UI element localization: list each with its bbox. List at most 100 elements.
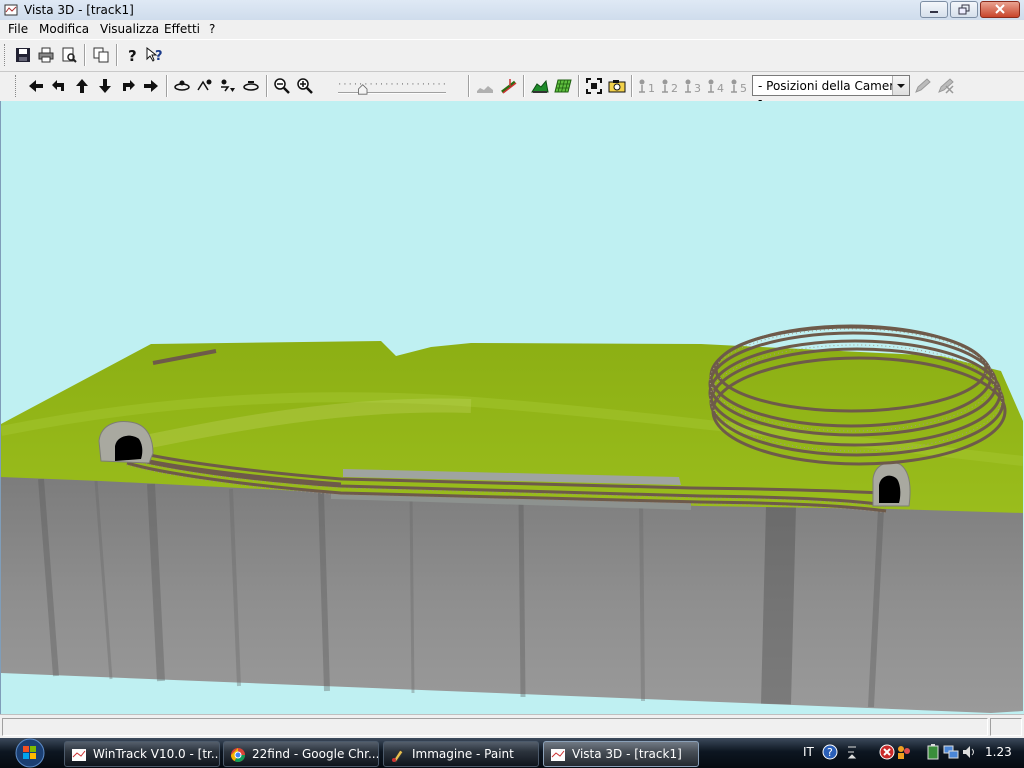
move-left-button[interactable]: [25, 75, 47, 97]
camera-icon: [608, 80, 626, 93]
print-button[interactable]: [35, 44, 57, 66]
camera-position-3-button[interactable]: 3: [682, 75, 704, 97]
fit-view-button[interactable]: [583, 75, 605, 97]
svg-text:?: ?: [155, 49, 163, 63]
camera-positions-select[interactable]: - Posizioni della Camera -: [752, 75, 910, 107]
close-button[interactable]: [980, 1, 1020, 18]
task-label: 22find - Google Chr...: [252, 747, 379, 761]
zoom-out-button[interactable]: [271, 75, 293, 97]
camera-position-2-button[interactable]: 2: [659, 75, 681, 97]
taskbar-task-paint[interactable]: Immagine - Paint: [383, 741, 539, 767]
camera-reset-icon: [243, 81, 259, 91]
menu-visualizza[interactable]: Visualizza: [100, 22, 159, 36]
clock[interactable]: 1.23: [985, 745, 1012, 759]
3d-viewport[interactable]: [0, 101, 1024, 714]
network-icon[interactable]: [943, 744, 959, 760]
camera-position-icon: 1: [639, 79, 655, 94]
context-help-button[interactable]: ?: [144, 44, 166, 66]
zoom-slider[interactable]: [327, 83, 457, 95]
volume-icon[interactable]: [961, 744, 977, 760]
dropdown-arrow-button[interactable]: [892, 76, 909, 95]
standard-toolbar: ? ?: [0, 39, 1024, 72]
svg-text:3: 3: [694, 82, 701, 94]
restore-button[interactable]: [950, 1, 978, 18]
paint-icon: [392, 749, 404, 763]
start-button[interactable]: [9, 738, 51, 768]
task-label: WinTrack V10.0 - [tr...: [93, 747, 220, 761]
menu-effetti[interactable]: Effetti: [164, 22, 200, 36]
zoom-in-button[interactable]: [294, 75, 316, 97]
system-tray: IT ? 1.23: [795, 738, 1024, 768]
save-camera-button[interactable]: [912, 75, 934, 97]
menu-modifica[interactable]: Modifica: [39, 22, 89, 36]
toolbar-gripper[interactable]: [15, 75, 19, 97]
terrain-button[interactable]: [474, 75, 496, 97]
status-bar: [0, 714, 1024, 739]
zoom-out-icon: [274, 78, 290, 94]
snapshot-button[interactable]: [606, 75, 628, 97]
language-indicator[interactable]: IT: [803, 745, 814, 759]
menu-help[interactable]: ?: [209, 22, 215, 36]
help-button[interactable]: ?: [121, 44, 143, 66]
move-right-button[interactable]: [140, 75, 162, 97]
window-title: Vista 3D - [track1]: [24, 3, 134, 17]
camera-up-button[interactable]: [194, 75, 216, 97]
camera-position-icon: 4: [708, 79, 724, 94]
group-icon[interactable]: [896, 744, 912, 760]
print-preview-button[interactable]: [58, 44, 80, 66]
menu-bar: File Modifica Visualizza Effetti ?: [0, 20, 1024, 39]
vista3d-icon: [551, 749, 565, 761]
camera-reset-button[interactable]: [240, 75, 262, 97]
svg-text:4: 4: [717, 82, 724, 94]
taskbar-task-chrome[interactable]: 22find - Google Chr...: [223, 741, 379, 767]
grid-button[interactable]: [552, 75, 574, 97]
svg-text:1: 1: [648, 82, 655, 94]
menu-file[interactable]: File: [8, 22, 28, 36]
battery-icon[interactable]: [925, 744, 941, 760]
restore-icon: [958, 4, 970, 15]
svg-text:5: 5: [740, 82, 747, 94]
camera-position-4-button[interactable]: 4: [705, 75, 727, 97]
arrow-up-icon: [76, 79, 88, 93]
camera-position-1-button[interactable]: 1: [636, 75, 658, 97]
camera-down-button[interactable]: [217, 75, 239, 97]
taskbar-task-vista3d[interactable]: Vista 3D - [track1]: [543, 741, 699, 767]
right-tunnel-portal: [872, 461, 911, 507]
minimize-button[interactable]: [920, 1, 948, 18]
3d-scene[interactable]: [0, 101, 1024, 714]
task-label: Immagine - Paint: [412, 747, 514, 761]
copy-button[interactable]: [90, 44, 112, 66]
track-height-icon: [501, 79, 517, 94]
camera-up-icon: [197, 79, 212, 91]
landscape-icon: [531, 79, 549, 93]
task-label: Vista 3D - [track1]: [572, 747, 682, 761]
camera-down-icon: [221, 79, 235, 92]
zoom-slider-thumb[interactable]: [358, 84, 368, 95]
toolbar-gripper[interactable]: [4, 44, 8, 66]
track-height-button[interactable]: [498, 75, 520, 97]
taskbar-task-wintrack[interactable]: WinTrack V10.0 - [tr...: [64, 741, 220, 767]
camera-orbit-button[interactable]: [171, 75, 193, 97]
security-alert-icon[interactable]: [879, 744, 895, 760]
camera-position-icon: 2: [662, 79, 678, 94]
move-down-button[interactable]: [94, 75, 116, 97]
help-tray-icon[interactable]: ?: [822, 744, 838, 760]
camera-position-5-button[interactable]: 5: [728, 75, 750, 97]
wintrack-icon: [72, 749, 86, 761]
chrome-icon: [231, 748, 245, 762]
show-terrain-button[interactable]: [529, 75, 551, 97]
status-pane-size-grip[interactable]: [990, 718, 1022, 736]
title-bar: Vista 3D - [track1]: [0, 0, 1024, 21]
tray-arrow-icon[interactable]: [845, 744, 859, 760]
close-icon: [995, 4, 1005, 14]
camera-position-icon: 3: [685, 79, 701, 94]
turn-right-icon: [123, 80, 135, 91]
turn-right-button[interactable]: [117, 75, 139, 97]
app-icon[interactable]: [4, 3, 18, 17]
camera-orbit-icon: [174, 80, 190, 91]
delete-camera-button[interactable]: [935, 75, 957, 97]
save-button[interactable]: [12, 44, 34, 66]
turn-left-button[interactable]: [48, 75, 70, 97]
move-up-button[interactable]: [71, 75, 93, 97]
svg-text:2: 2: [671, 82, 678, 94]
